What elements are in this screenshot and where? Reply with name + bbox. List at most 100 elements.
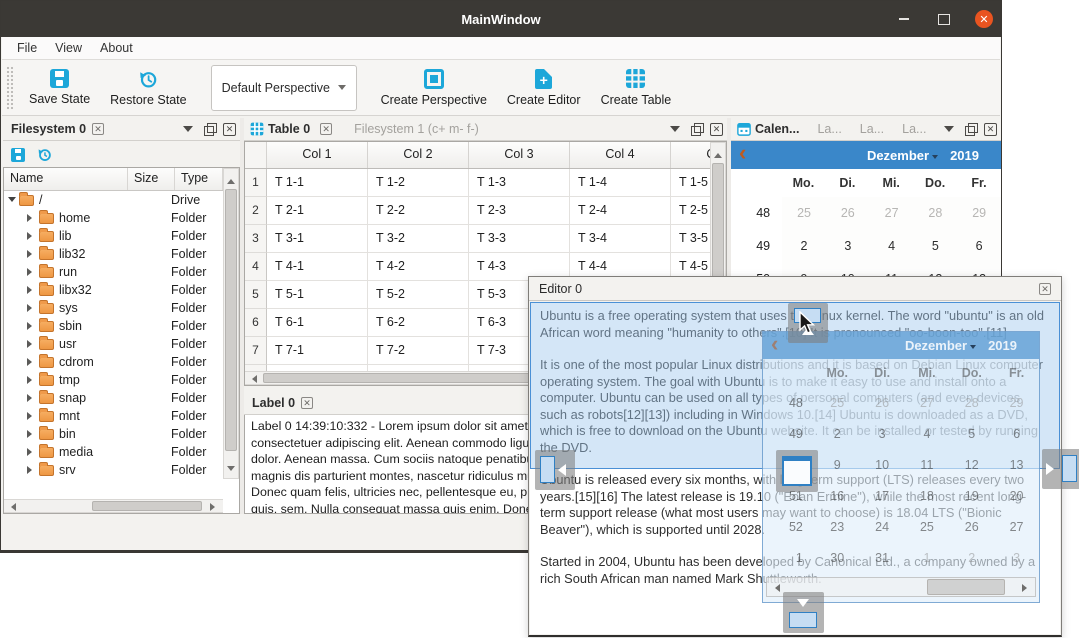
dock-close-icon[interactable]: ✕ <box>984 123 997 136</box>
table-cell[interactable]: T 3-2 <box>368 225 469 253</box>
expander-icon[interactable] <box>27 376 36 384</box>
table-cell[interactable]: T 4-1 <box>267 253 368 281</box>
tree-header[interactable]: Name Size Type <box>4 168 223 191</box>
floppy-icon[interactable] <box>11 148 25 162</box>
expander-icon[interactable] <box>27 268 36 276</box>
expander-icon[interactable] <box>27 304 36 312</box>
float-window-icon[interactable] <box>963 122 977 136</box>
scroll-up-icon[interactable] <box>227 175 235 184</box>
window-titlebar[interactable]: MainWindow ✕ <box>1 1 1001 37</box>
scroll-left-icon[interactable] <box>7 503 16 511</box>
table-cell[interactable]: T 4-2 <box>368 253 469 281</box>
close-icon[interactable]: ✕ <box>975 10 993 28</box>
calendar-day[interactable]: 29 <box>957 197 1001 230</box>
calendar-day[interactable]: 27 <box>870 197 914 230</box>
drop-indicator-center[interactable] <box>776 450 818 492</box>
tree-row[interactable]: tmpFolder <box>4 371 223 389</box>
expander-icon[interactable] <box>27 250 36 258</box>
table-cell[interactable]: T 7-1 <box>267 337 368 365</box>
tree-row[interactable]: homeFolder <box>4 209 223 227</box>
table-cell[interactable]: T 3-3 <box>469 225 570 253</box>
perspective-dropdown[interactable]: Default Perspective <box>211 65 357 111</box>
tree-hscrollbar[interactable] <box>4 499 223 513</box>
tree-row[interactable]: /Drive <box>4 191 223 209</box>
calendar-day[interactable]: 3 <box>826 230 870 263</box>
dock-close-icon[interactable]: ✕ <box>710 123 723 136</box>
menu-about[interactable]: About <box>91 39 142 57</box>
table-cell[interactable]: T 6-1 <box>267 309 368 337</box>
dock-menu-icon[interactable] <box>942 122 956 136</box>
table-cell[interactable]: T 2-3 <box>469 197 570 225</box>
table-cell[interactable]: T 2-4 <box>570 197 671 225</box>
drop-indicator-left[interactable] <box>535 450 575 490</box>
tab-label-2[interactable]: La... <box>860 122 884 136</box>
editor-titlebar[interactable]: Editor 0 ✕ <box>529 277 1061 301</box>
row-number[interactable]: 7 <box>245 337 267 365</box>
col-type[interactable]: Type <box>175 168 223 190</box>
expander-icon[interactable] <box>27 394 36 402</box>
tree-row[interactable]: sbinFolder <box>4 317 223 335</box>
tree-row[interactable]: runFolder <box>4 263 223 281</box>
table-cell[interactable]: T 2-2 <box>368 197 469 225</box>
scroll-right-icon[interactable] <box>210 503 219 511</box>
expander-icon[interactable] <box>27 466 36 474</box>
table-cell[interactable]: T 1-2 <box>368 169 469 197</box>
create-perspective-button[interactable]: Create Perspective <box>371 62 497 114</box>
tree-row[interactable]: mntFolder <box>4 407 223 425</box>
calendar-day[interactable]: 4 <box>870 230 914 263</box>
scrollbar-thumb[interactable] <box>92 501 202 511</box>
tab-table-0[interactable]: Table 0 <box>268 122 310 136</box>
scroll-down-icon[interactable] <box>227 466 235 475</box>
table-col-header[interactable]: Col 4 <box>570 142 671 168</box>
dock-menu-icon[interactable] <box>668 122 682 136</box>
expander-icon[interactable] <box>27 286 36 294</box>
calendar-day[interactable]: 28 <box>913 197 957 230</box>
tree-vscrollbar[interactable] <box>223 168 239 479</box>
expander-icon[interactable] <box>27 340 36 348</box>
tab-filesystem-0[interactable]: Filesystem 0 <box>11 122 86 136</box>
tab-label-1[interactable]: La... <box>817 122 841 136</box>
table-header[interactable]: Col 1Col 2Col 3Col 4Col 5 <box>245 142 727 169</box>
drop-indicator-bottom[interactable] <box>783 592 824 633</box>
table-cell[interactable]: T 1-4 <box>570 169 671 197</box>
table-cell[interactable]: T 1-3 <box>469 169 570 197</box>
tree-row[interactable]: libFolder <box>4 227 223 245</box>
expander-icon[interactable] <box>27 214 36 222</box>
calendar-day[interactable]: 5 <box>913 230 957 263</box>
tab-label-3[interactable]: La... <box>902 122 926 136</box>
tree-row[interactable]: usrFolder <box>4 335 223 353</box>
menu-view[interactable]: View <box>46 39 91 57</box>
tree-row[interactable]: snapFolder <box>4 389 223 407</box>
dock-close-icon[interactable]: ✕ <box>223 123 236 136</box>
restore-state-button[interactable]: Restore State <box>100 62 196 114</box>
float-window-icon[interactable] <box>202 122 216 136</box>
expander-icon[interactable] <box>27 322 36 330</box>
minimize-icon[interactable] <box>895 10 913 28</box>
tree-row[interactable]: cdromFolder <box>4 353 223 371</box>
expander-icon[interactable] <box>8 197 16 206</box>
tree-row[interactable]: lib32Folder <box>4 245 223 263</box>
expander-icon[interactable] <box>27 430 36 438</box>
table-col-header[interactable]: Col 2 <box>368 142 469 168</box>
calendar-day[interactable]: 25 <box>782 197 826 230</box>
drop-indicator-right[interactable] <box>1042 449 1079 489</box>
tree-row[interactable]: binFolder <box>4 425 223 443</box>
tree-row[interactable]: srvFolder <box>4 461 223 479</box>
table-cell[interactable]: T 3-1 <box>267 225 368 253</box>
tree-row[interactable]: libx32Folder <box>4 281 223 299</box>
calendar-day[interactable]: 6 <box>957 230 1001 263</box>
dock-menu-icon[interactable] <box>181 122 195 136</box>
create-table-button[interactable]: Create Table <box>591 62 682 114</box>
expander-icon[interactable] <box>27 358 36 366</box>
save-state-button[interactable]: Save State <box>19 62 100 114</box>
expander-icon[interactable] <box>27 232 36 240</box>
table-cell[interactable]: T 6-2 <box>368 309 469 337</box>
tree-row[interactable]: sysFolder <box>4 299 223 317</box>
expander-icon[interactable] <box>27 448 36 456</box>
scroll-up-icon[interactable] <box>714 149 722 158</box>
row-number[interactable]: 4 <box>245 253 267 281</box>
scrollbar-thumb[interactable] <box>225 189 237 451</box>
expander-icon[interactable] <box>27 412 36 420</box>
table-cell[interactable]: T 2-1 <box>267 197 368 225</box>
prev-month-icon[interactable]: ‹ <box>739 141 746 166</box>
